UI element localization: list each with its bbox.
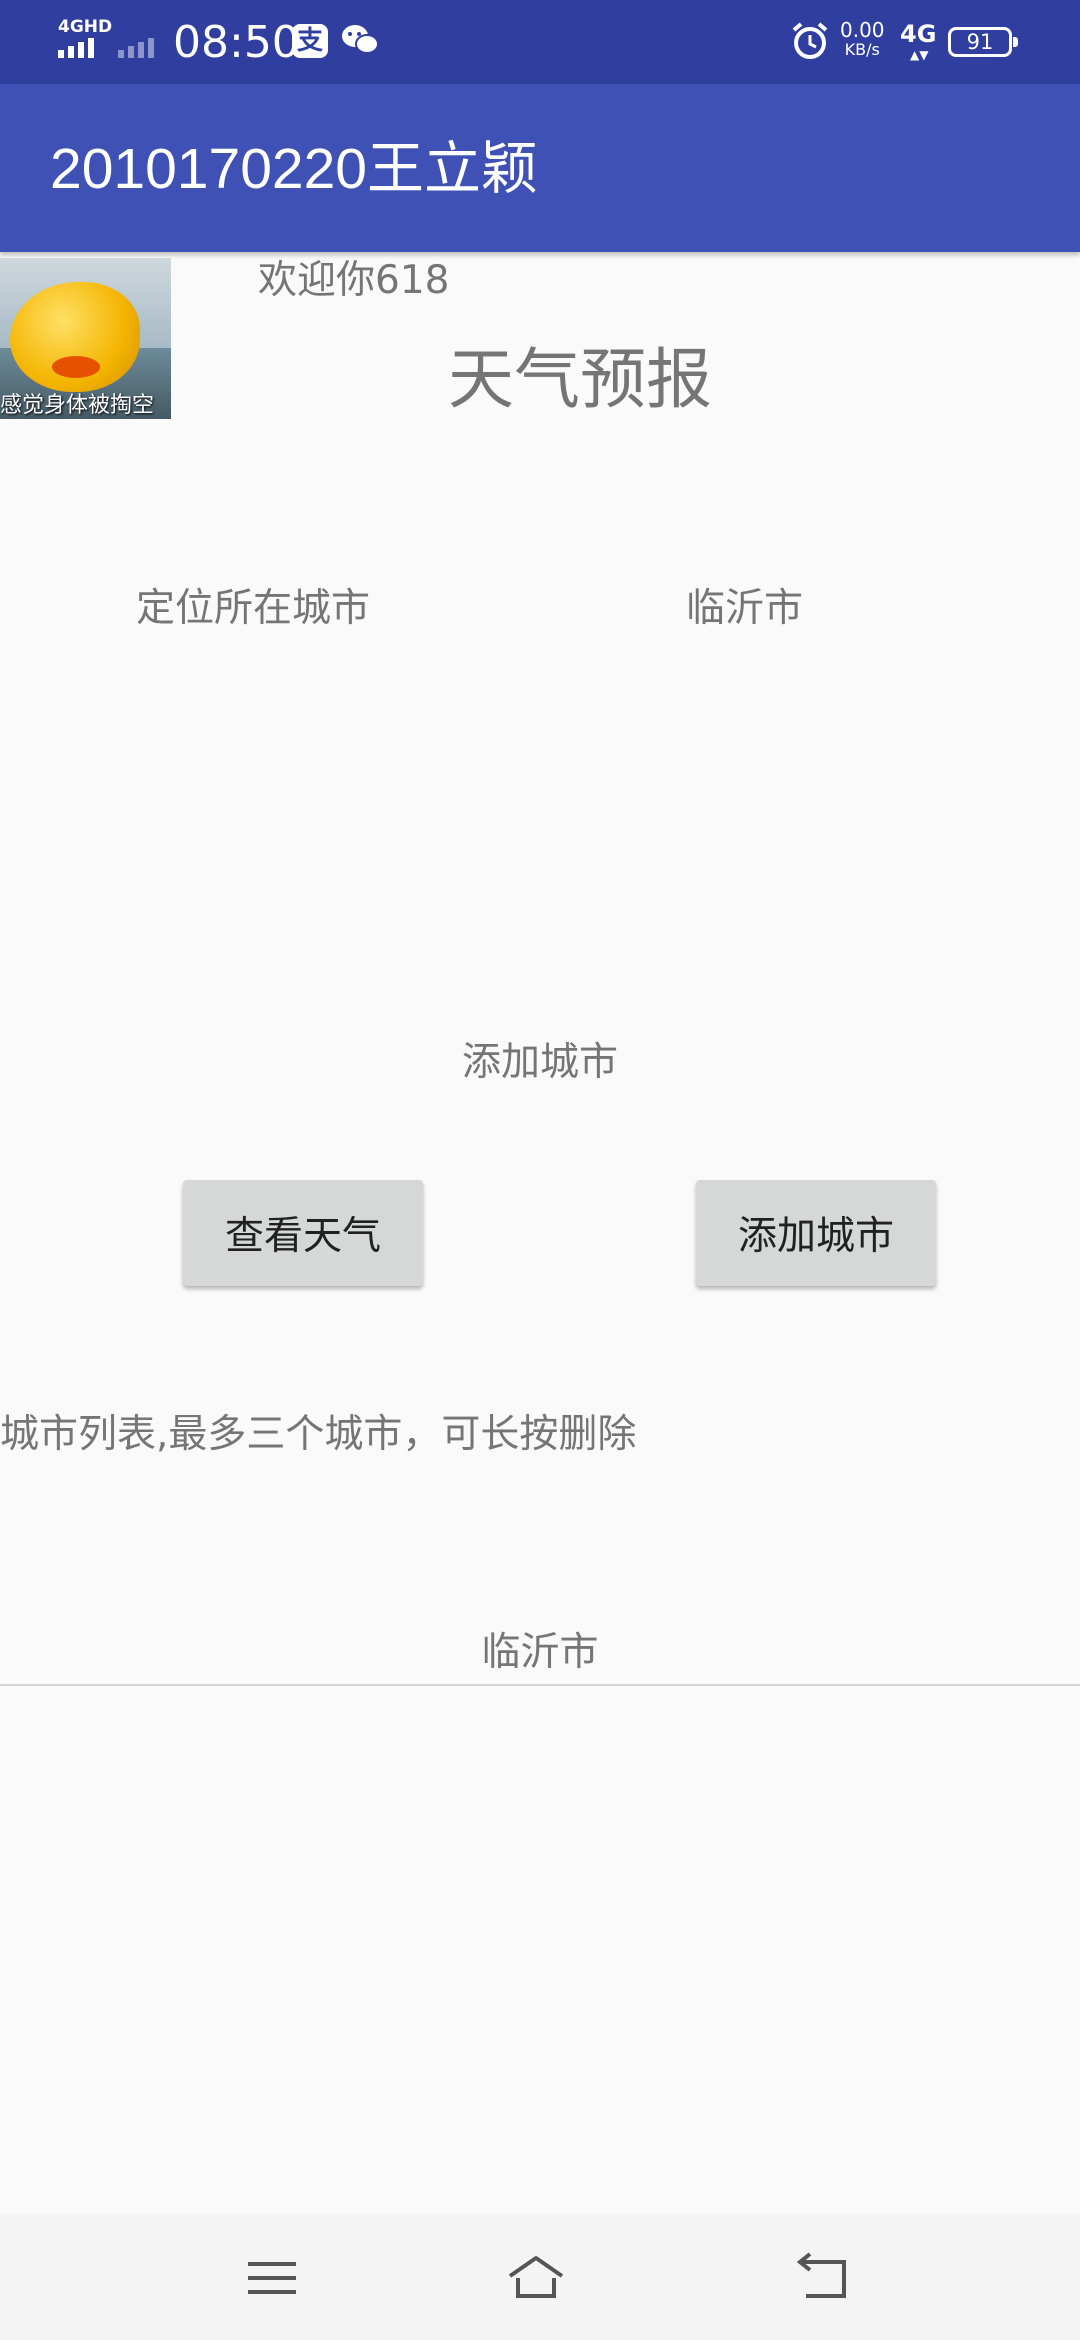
city-list-item[interactable]: 临沂市 [0, 1626, 1080, 1684]
wechat-icon [342, 25, 379, 54]
clock: 08:50 [173, 17, 300, 68]
view-weather-button[interactable]: 查看天气 [183, 1180, 423, 1286]
battery-level: 91 [966, 30, 994, 54]
location-value: 临沂市 [686, 586, 804, 631]
data-arrows-icon: ▲▼ [910, 48, 929, 62]
speed-value: 0.00 [840, 18, 885, 42]
app-title: 2010170220王立颖 [50, 137, 539, 201]
signal-icon [58, 38, 94, 58]
screen: 4GHD 08:50 支 0.00 KB/s 4G ▲▼ 91 20101702… [0, 0, 1080, 2340]
battery-icon: 91 [948, 27, 1018, 57]
secondary-signal-icon [118, 38, 154, 58]
status-bar: 4GHD 08:50 支 0.00 KB/s 4G ▲▼ 91 [0, 0, 1080, 84]
location-label: 定位所在城市 [136, 586, 371, 631]
add-city-button[interactable]: 添加城市 [696, 1180, 936, 1286]
page-title: 天气预报 [448, 341, 712, 418]
network-speed: 0.00 KB/s [840, 20, 885, 60]
network-type: 4GHD [58, 17, 113, 37]
add-city-heading: 添加城市 [461, 1040, 618, 1085]
app-bar: 2010170220王立颖 [0, 84, 1080, 252]
menu-icon[interactable] [242, 2250, 302, 2306]
welcome-text: 欢迎你618 [258, 258, 450, 303]
speed-unit: KB/s [844, 40, 880, 59]
navigation-bar [0, 2214, 1080, 2340]
alipay-icon: 支 [292, 24, 328, 58]
list-divider [0, 1684, 1080, 1686]
alarm-icon [792, 22, 828, 59]
back-icon[interactable] [794, 2250, 854, 2306]
city-list-label: 城市列表,最多三个城市，可长按删除 [0, 1412, 637, 1457]
home-icon[interactable] [506, 2250, 566, 2306]
mobile-data-label: 4G [900, 20, 937, 48]
